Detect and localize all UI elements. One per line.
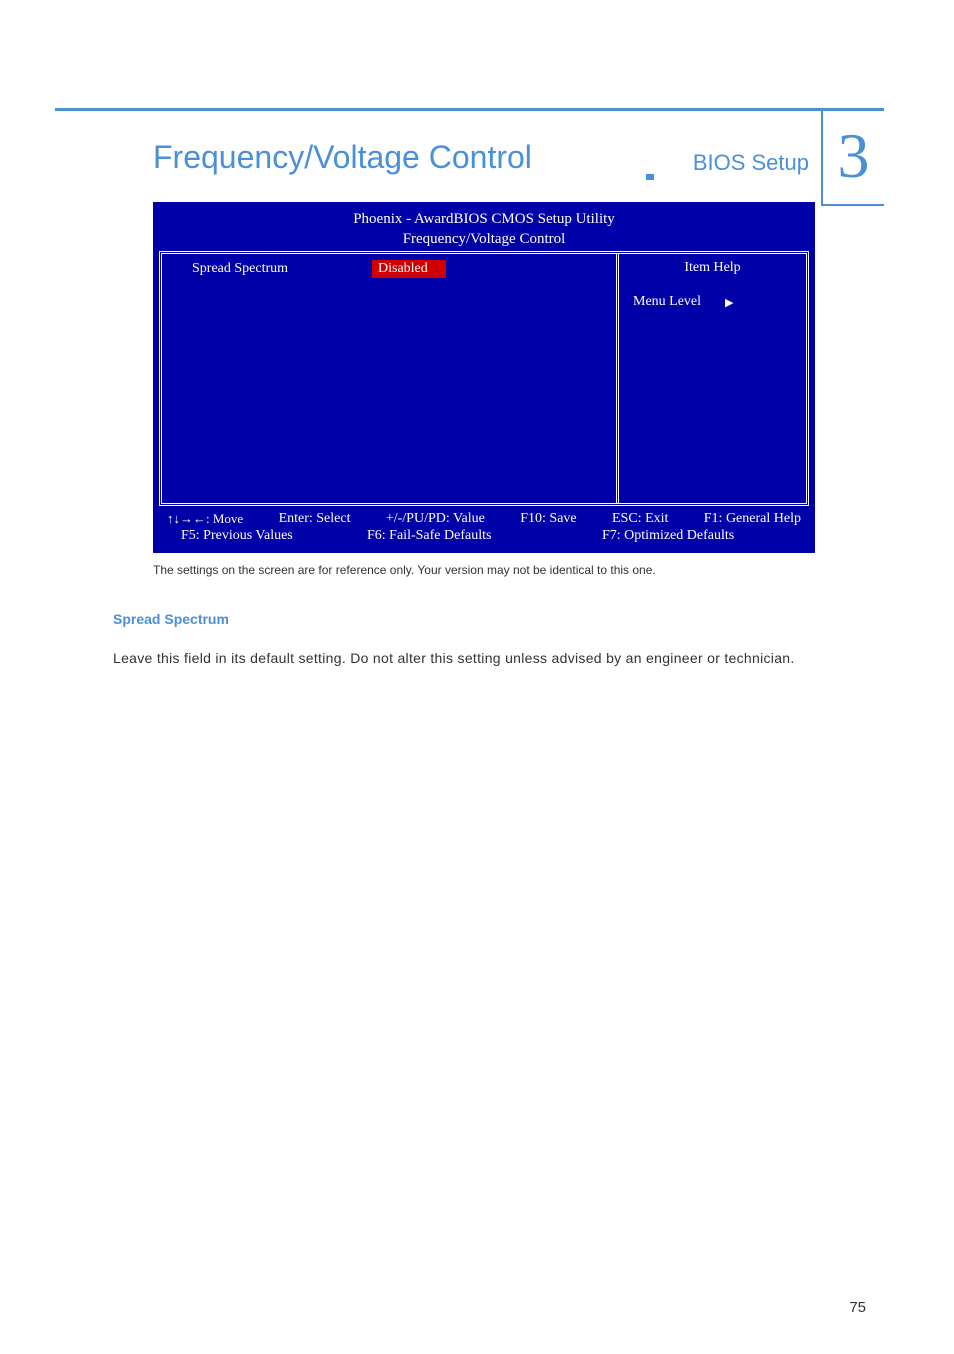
bios-title-line1: Phoenix - AwardBIOS CMOS Setup Utility xyxy=(353,211,615,227)
bios-footer: ↑↓→←: Move Enter: Select +/-/PU/PD: Valu… xyxy=(155,506,813,551)
footer-exit: ESC: Exit xyxy=(612,511,668,527)
bios-caption: The settings on the screen are for refer… xyxy=(153,561,815,579)
bios-help-title: Item Help xyxy=(629,260,796,276)
menu-level-label: Menu Level xyxy=(633,294,701,310)
footer-f6: F6: Fail-Safe Defaults xyxy=(367,528,602,544)
bios-row-spread-spectrum[interactable]: Spread Spectrum Disabled xyxy=(172,260,606,278)
bios-help-pane: Item Help Menu Level ▶ xyxy=(616,254,806,503)
footer-help: F1: General Help xyxy=(704,511,801,527)
header-rule xyxy=(55,108,884,111)
arrow-right-icon: ▶ xyxy=(725,296,733,309)
subsection-heading: Spread Spectrum xyxy=(113,611,884,627)
footer-value: +/-/PU/PD: Value xyxy=(386,511,485,527)
bios-title: Phoenix - AwardBIOS CMOS Setup Utility F… xyxy=(155,204,813,251)
footer-f5: F5: Previous Values xyxy=(167,528,367,544)
section-label: BIOS Setup xyxy=(693,150,809,176)
bios-body: Spread Spectrum Disabled Item Help Menu … xyxy=(159,251,809,506)
header-tick xyxy=(646,174,654,180)
footer-enter: Enter: Select xyxy=(279,511,351,527)
bios-panel: Phoenix - AwardBIOS CMOS Setup Utility F… xyxy=(153,202,815,553)
bios-setting-value[interactable]: Disabled xyxy=(372,260,446,278)
subsection-body: Leave this field in its default setting.… xyxy=(113,647,863,671)
bios-menu-level: Menu Level ▶ xyxy=(629,294,796,310)
footer-move: ↑↓→←: Move xyxy=(167,511,243,527)
footer-f7: F7: Optimized Defaults xyxy=(602,528,801,544)
bios-title-line2: Frequency/Voltage Control xyxy=(403,231,566,247)
chapter-number-box: 3 xyxy=(821,108,884,206)
page-header: BIOS Setup 3 xyxy=(55,108,884,111)
footer-save: F10: Save xyxy=(520,511,576,527)
chapter-number: 3 xyxy=(838,124,870,188)
page-number: 75 xyxy=(849,1299,866,1316)
bios-settings-pane[interactable]: Spread Spectrum Disabled xyxy=(162,254,616,503)
bios-setting-label: Spread Spectrum xyxy=(172,261,372,277)
